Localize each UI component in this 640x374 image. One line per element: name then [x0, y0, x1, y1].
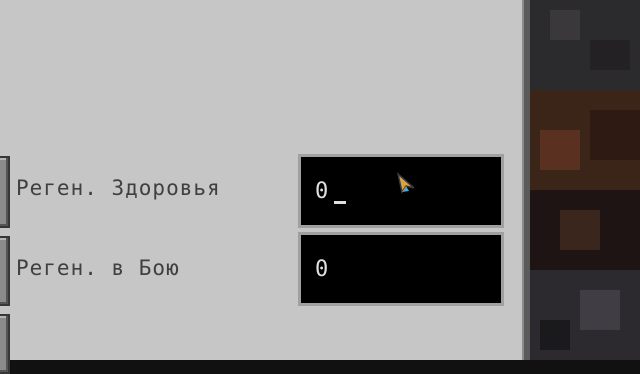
row-3-side-button[interactable] [0, 314, 10, 374]
game-world-background [530, 0, 640, 360]
combat-regen-value: 0 [315, 257, 329, 282]
text-caret [334, 201, 346, 204]
row-2-side-button[interactable] [0, 236, 10, 306]
settings-panel: Реген. Здоровья 0 Реген. в Бою 0 [0, 0, 522, 374]
panel-border [522, 0, 530, 360]
health-regen-label: Реген. Здоровья [16, 176, 221, 200]
health-regen-value: 0 [315, 179, 329, 204]
row-1-side-button[interactable] [0, 156, 10, 228]
mouse-pointer-icon [396, 172, 415, 194]
combat-regen-input[interactable]: 0 [298, 232, 504, 306]
combat-regen-label: Реген. в Бою [16, 256, 180, 280]
